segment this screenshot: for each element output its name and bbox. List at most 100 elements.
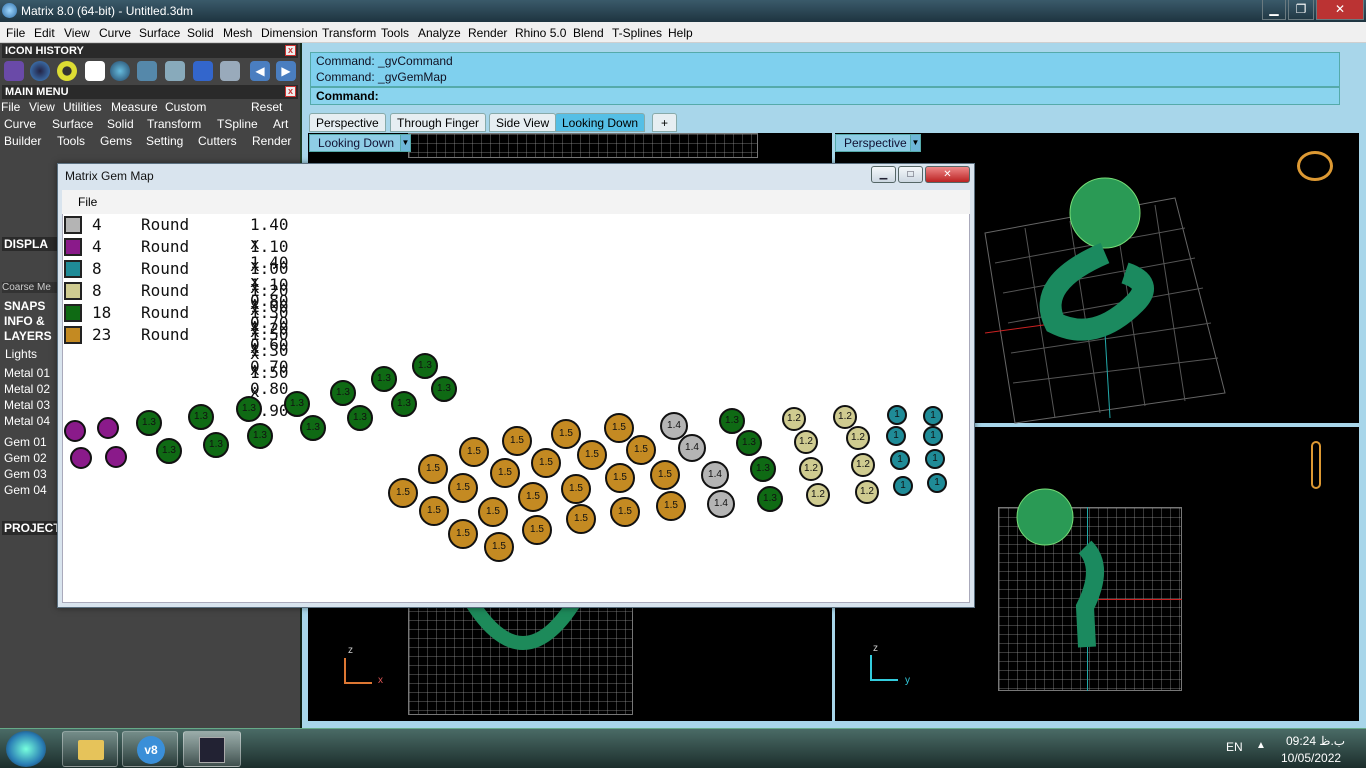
new-file-icon[interactable] (85, 61, 105, 81)
layer-metal-03[interactable]: Metal 03 (4, 398, 50, 412)
mm-gems[interactable]: Gems (100, 134, 132, 148)
gem-stone[interactable]: 1.5 (448, 519, 478, 549)
gem-map-minimize-button[interactable]: ▁ (871, 166, 896, 183)
gem-icon[interactable] (110, 61, 130, 81)
viewport-label-perspective[interactable]: Perspective (835, 134, 916, 152)
mm-file[interactable]: File (1, 100, 20, 114)
menu-file[interactable]: File (6, 26, 25, 40)
mm-surface[interactable]: Surface (52, 117, 93, 131)
gem-stone[interactable]: 1.5 (605, 463, 635, 493)
mm-utilities[interactable]: Utilities (63, 100, 102, 114)
mm-custom[interactable]: Custom (165, 100, 206, 114)
menu-tools[interactable]: Tools (381, 26, 409, 40)
gem-stone[interactable]: 1.3 (719, 408, 745, 434)
gem-stone[interactable]: 1 (927, 473, 947, 493)
gem-stone[interactable]: 1.5 (419, 496, 449, 526)
mm-tools[interactable]: Tools (57, 134, 85, 148)
vray-taskbar-button[interactable]: v8 (122, 731, 178, 767)
gem-stone[interactable]: 1.5 (650, 460, 680, 490)
info-header[interactable]: INFO & (4, 314, 45, 328)
matrix-taskbar-button[interactable] (183, 731, 241, 767)
gem-stone[interactable]: 1.5 (478, 497, 508, 527)
gem-stone[interactable]: 1.5 (502, 426, 532, 456)
gem-stone[interactable] (64, 420, 86, 442)
layer-metal-04[interactable]: Metal 04 (4, 414, 50, 428)
gem-stone[interactable]: 1.3 (203, 432, 229, 458)
gem-stone[interactable]: 1.5 (531, 448, 561, 478)
gem-stone[interactable]: 1.5 (522, 515, 552, 545)
gem-stone[interactable]: 1.4 (701, 461, 729, 489)
gem-stone[interactable] (105, 446, 127, 468)
tab-looking-down[interactable]: Looking Down (555, 113, 646, 132)
gem-stone[interactable]: 1.5 (418, 454, 448, 484)
explorer-taskbar-button[interactable] (62, 731, 118, 767)
mm-builder[interactable]: Builder (4, 134, 41, 148)
tray-arrow-icon[interactable]: ▲ (1256, 740, 1266, 751)
gem-stone[interactable]: 1.5 (656, 491, 686, 521)
start-button[interactable] (6, 731, 46, 767)
command-input[interactable]: Command: (310, 87, 1340, 105)
pyramid-icon[interactable] (137, 61, 157, 81)
chevron-down-icon[interactable]: ▼ (910, 134, 921, 152)
mm-transform[interactable]: Transform (147, 117, 201, 131)
mm-tspline[interactable]: TSpline (217, 117, 258, 131)
gem-stone[interactable]: 1.5 (561, 474, 591, 504)
layer-gem-04[interactable]: Gem 04 (4, 483, 47, 497)
clock-time[interactable]: ب.ظ 09:24 (1286, 734, 1345, 748)
menu-surface[interactable]: Surface (139, 26, 180, 40)
mm-curve[interactable]: Curve (4, 117, 36, 131)
gem-stone[interactable]: 1.2 (782, 407, 806, 431)
gem-stone[interactable]: 1.2 (855, 480, 879, 504)
mm-art[interactable]: Art (273, 117, 288, 131)
gem-stone[interactable]: 1.4 (707, 490, 735, 518)
project-header[interactable]: PROJECT (2, 521, 61, 535)
menu-render[interactable]: Render (468, 26, 507, 40)
snaps-header[interactable]: SNAPS (4, 299, 45, 313)
gem-stone[interactable]: 1.3 (284, 391, 310, 417)
menu-mesh[interactable]: Mesh (223, 26, 252, 40)
mm-solid[interactable]: Solid (107, 117, 134, 131)
pave-icon[interactable] (165, 61, 185, 81)
gem-stone[interactable]: 1.3 (347, 405, 373, 431)
gem-stone[interactable]: 1.5 (484, 532, 514, 562)
gem-stone[interactable]: 1.5 (518, 482, 548, 512)
language-indicator[interactable]: EN (1226, 740, 1243, 754)
tab-through-finger[interactable]: Through Finger (390, 113, 487, 132)
gem-stone[interactable]: 1.2 (833, 405, 857, 429)
tab-perspective[interactable]: Perspective (309, 113, 386, 132)
arrow-left-icon[interactable]: ◀ (250, 61, 270, 81)
gem-stone[interactable]: 1.3 (300, 415, 326, 441)
mm-cutters[interactable]: Cutters (198, 134, 237, 148)
scale-icon[interactable] (220, 61, 240, 81)
gem-stone[interactable]: 1.5 (610, 497, 640, 527)
gem-stone[interactable]: 1.2 (846, 426, 870, 450)
layer-lights[interactable]: Lights (5, 347, 37, 361)
gem-stone[interactable]: 1 (923, 426, 943, 446)
gem-stone[interactable]: 1.2 (794, 430, 818, 454)
gem-stone[interactable] (70, 447, 92, 469)
mm-render[interactable]: Render (252, 134, 291, 148)
minimize-button[interactable]: ▁ (1262, 0, 1286, 20)
gem-stone[interactable]: 1.5 (577, 440, 607, 470)
layer-gem-03[interactable]: Gem 03 (4, 467, 47, 481)
gem-stone[interactable]: 1.5 (448, 473, 478, 503)
arrow-right-icon[interactable]: ▶ (276, 61, 296, 81)
gem-stone[interactable]: 1.3 (431, 376, 457, 402)
gem-stone[interactable]: 1 (925, 449, 945, 469)
menu-help[interactable]: Help (668, 26, 693, 40)
gem-stone[interactable]: 1.5 (566, 504, 596, 534)
gem-stone[interactable]: 1.3 (236, 396, 262, 422)
mm-measure[interactable]: Measure (111, 100, 158, 114)
gem-stone[interactable]: 1.2 (806, 483, 830, 507)
gem-stone[interactable]: 1 (890, 450, 910, 470)
ring-view-icon[interactable] (1297, 151, 1333, 181)
gem-stone[interactable]: 1.5 (388, 478, 418, 508)
gem-stone[interactable]: 1 (886, 426, 906, 446)
gem-stone[interactable]: 1.3 (156, 438, 182, 464)
gem-stone[interactable]: 1.2 (851, 453, 875, 477)
gem-stone[interactable]: 1.3 (412, 353, 438, 379)
gem-map-maximize-button[interactable]: □ (898, 166, 923, 183)
layers-header[interactable]: LAYERS (4, 329, 52, 343)
cylinder-icon[interactable] (4, 61, 24, 81)
gem-stone[interactable]: 1.3 (188, 404, 214, 430)
